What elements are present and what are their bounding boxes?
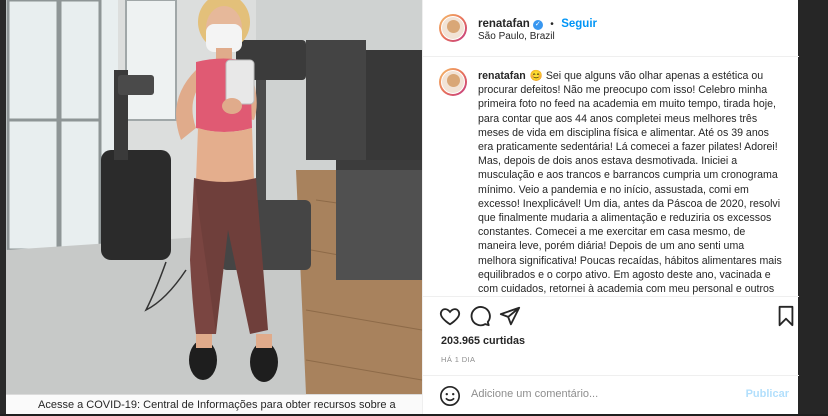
likes-label: curtidas [483,335,526,347]
post-caption: renatafan 😊 Sei que alguns vão olhar apen… [478,69,783,296]
gym-selfie-image [6,0,422,394]
emoji-icon[interactable] [439,385,461,407]
caption-author-avatar[interactable] [439,68,467,96]
post-header: renatafan ✓ • Seguir São Paulo, Brazil [423,0,799,57]
heart-icon[interactable] [439,305,461,327]
post-modal: Acesse a COVID-19: Central de Informaçõe… [6,0,799,415]
paper-plane-icon[interactable] [499,305,521,327]
comment-bar: Adicione um comentário... Publicar [423,375,799,416]
covid-banner-text: Acesse a COVID-19: Central de Informaçõe… [38,399,396,411]
author-avatar[interactable] [439,14,467,42]
caption-scroll-area[interactable]: renatafan 😊 Sei que alguns vão olhar apen… [423,56,799,296]
comment-icon[interactable] [469,305,491,327]
bookmark-icon[interactable] [775,305,797,327]
post-actions: 203.965 curtidas HÁ 1 DIA Adicione um co… [423,296,799,415]
likes-count[interactable]: 203.965 curtidas [441,335,525,347]
publish-button[interactable]: Publicar [746,388,789,400]
covid-info-banner[interactable]: Acesse a COVID-19: Central de Informaçõe… [6,394,422,414]
post-location[interactable]: São Paulo, Brazil [478,31,555,42]
caption-text: 😊 Sei que alguns vão olhar apenas a esté… [478,70,782,296]
backdrop-right [798,0,828,414]
verified-badge-icon: ✓ [532,20,543,30]
follow-button[interactable]: Seguir [561,18,597,30]
post-timestamp[interactable]: HÁ 1 DIA [441,355,475,364]
post-details-panel: renatafan ✓ • Seguir São Paulo, Brazil re… [422,0,799,415]
dot-separator: • [550,19,554,30]
author-username[interactable]: renatafan [478,18,530,30]
post-photo[interactable] [6,0,422,394]
comment-input[interactable]: Adicione um comentário... [471,388,598,400]
caption-author-username[interactable]: renatafan [478,70,526,82]
